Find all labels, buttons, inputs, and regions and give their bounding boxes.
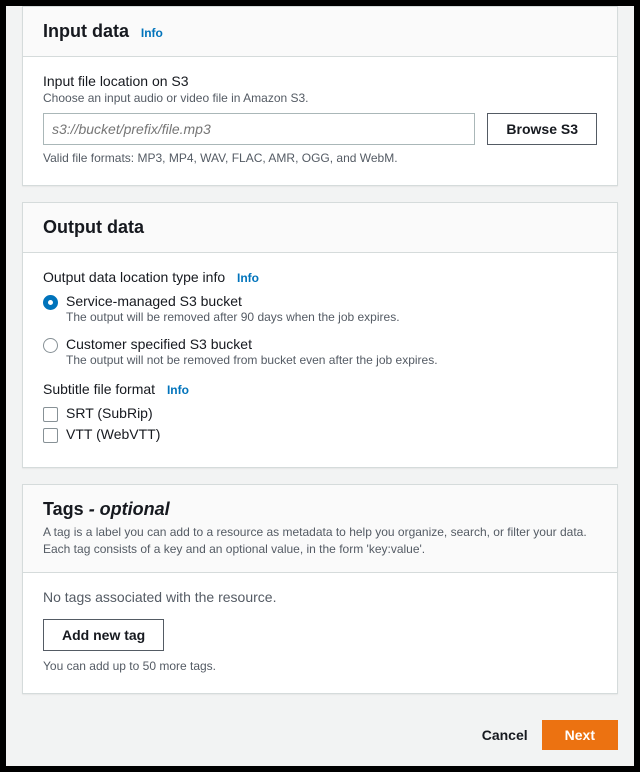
checkbox-vtt[interactable]: VTT (WebVTT) — [43, 426, 597, 443]
input-title: Input data — [43, 21, 129, 41]
checkbox-srt[interactable]: SRT (SubRip) — [43, 405, 597, 422]
checkbox-icon — [43, 407, 58, 422]
tags-panel-body: No tags associated with the resource. Ad… — [23, 573, 617, 693]
input-info-link[interactable]: Info — [141, 26, 163, 40]
add-new-tag-button[interactable]: Add new tag — [43, 619, 164, 651]
subtitle-info-link[interactable]: Info — [167, 383, 189, 397]
input-data-panel: Input data Info Input file location on S… — [22, 6, 618, 186]
footer-actions: Cancel Next — [22, 710, 618, 750]
tags-hint: You can add up to 50 more tags. — [43, 659, 597, 673]
tags-panel: Tags - optional A tag is a label you can… — [22, 484, 618, 694]
tags-panel-header: Tags - optional A tag is a label you can… — [23, 485, 617, 573]
radio-desc: The output will not be removed from buck… — [66, 353, 597, 367]
radio-label: Customer specified S3 bucket — [66, 336, 597, 352]
output-title: Output data — [43, 217, 144, 237]
subtitle-format-label: Subtitle file format Info — [43, 381, 597, 397]
output-data-panel: Output data Output data location type in… — [22, 202, 618, 468]
radio-customer-specified[interactable]: Customer specified S3 bucket The output … — [43, 336, 597, 367]
next-button[interactable]: Next — [542, 720, 618, 750]
radio-label: Service-managed S3 bucket — [66, 293, 597, 309]
input-file-location-input[interactable] — [43, 113, 475, 145]
input-file-help: Choose an input audio or video file in A… — [43, 91, 597, 105]
output-location-info-link[interactable]: Info — [237, 271, 259, 285]
radio-service-managed[interactable]: Service-managed S3 bucket The output wil… — [43, 293, 597, 324]
checkbox-label: SRT (SubRip) — [66, 405, 153, 421]
input-panel-header: Input data Info — [23, 7, 617, 57]
tags-desc: A tag is a label you can add to a resour… — [43, 524, 597, 558]
tags-empty-text: No tags associated with the resource. — [43, 589, 597, 605]
input-file-label: Input file location on S3 — [43, 73, 597, 89]
output-panel-body: Output data location type info Info Serv… — [23, 253, 617, 467]
browse-s3-button[interactable]: Browse S3 — [487, 113, 597, 145]
radio-icon — [43, 338, 58, 353]
output-location-label: Output data location type info Info — [43, 269, 597, 285]
input-panel-body: Input file location on S3 Choose an inpu… — [23, 57, 617, 185]
tags-title: Tags - optional — [43, 499, 170, 519]
cancel-button[interactable]: Cancel — [482, 727, 528, 743]
checkbox-label: VTT (WebVTT) — [66, 426, 160, 442]
radio-icon — [43, 295, 58, 310]
checkbox-icon — [43, 428, 58, 443]
output-panel-header: Output data — [23, 203, 617, 253]
input-formats-hint: Valid file formats: MP3, MP4, WAV, FLAC,… — [43, 151, 597, 165]
radio-desc: The output will be removed after 90 days… — [66, 310, 597, 324]
